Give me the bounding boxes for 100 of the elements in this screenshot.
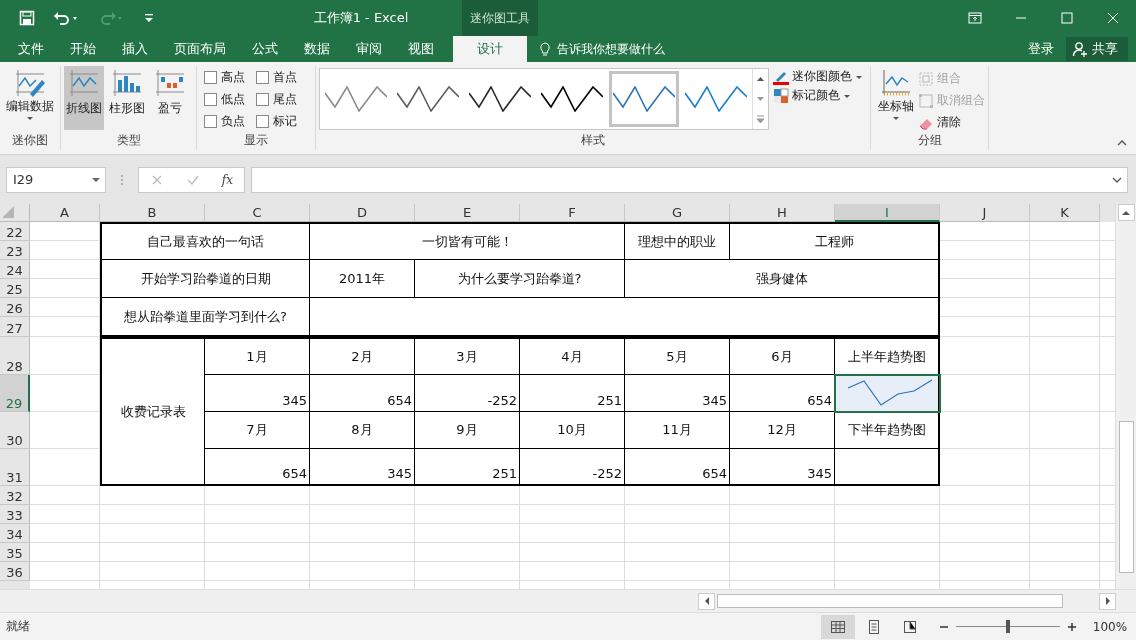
view-button[interactable] — [821, 614, 855, 639]
zoom-slider-thumb[interactable] — [1006, 620, 1010, 633]
ribbon-tab[interactable]: 视图 — [395, 36, 447, 62]
down-icon — [756, 95, 765, 103]
ribbon-tab[interactable]: 页面布局 — [161, 36, 239, 62]
sign-in-link[interactable]: 登录 — [1020, 36, 1062, 62]
row-header[interactable]: 27 — [0, 317, 30, 337]
tell-me-field[interactable]: 告诉我你想要做什么 — [557, 40, 665, 58]
page-layout-icon — [866, 618, 882, 635]
color-dropdown-button[interactable]: 标记颜色 — [773, 87, 863, 104]
table-cell: 345 — [310, 449, 415, 486]
scroll-left-button[interactable] — [698, 592, 715, 610]
checkbox[interactable] — [204, 71, 217, 84]
axis-button[interactable]: 坐标轴 — [874, 66, 918, 130]
maximize-icon — [1059, 10, 1075, 26]
table-cell[interactable] — [835, 449, 940, 486]
scroll-right-button[interactable] — [1099, 592, 1116, 610]
table-cell: 5月 — [625, 337, 730, 375]
ribbon-tab[interactable]: 审阅 — [343, 36, 395, 62]
ribbon-tab[interactable]: 开始 — [57, 36, 109, 62]
table-cell: 为什么要学习跆拳道? — [415, 260, 625, 298]
row-header[interactable]: 25 — [0, 279, 30, 298]
vertical-scrollbar[interactable] — [1115, 204, 1136, 589]
checkbox[interactable] — [256, 115, 269, 128]
row-header[interactable]: 23 — [0, 241, 30, 260]
insert-function-button[interactable]: fx — [221, 172, 233, 187]
column-header[interactable]: J — [940, 204, 1030, 222]
table-cell: 251 — [415, 449, 520, 486]
column-header[interactable]: H — [730, 204, 835, 222]
sparkline-type-button[interactable]: 折线图 — [64, 66, 104, 130]
column-header[interactable]: D — [310, 204, 415, 222]
up-icon — [756, 75, 765, 83]
add-person-icon — [1072, 40, 1089, 58]
horizontal-scrollbar[interactable] — [698, 593, 1116, 609]
column-header[interactable]: K — [1030, 204, 1100, 222]
table-cell: 9月 — [415, 412, 520, 449]
table-cell: 2011年 — [310, 260, 415, 298]
group-label: 分组 — [916, 132, 943, 149]
table-cell: 345 — [205, 375, 310, 412]
formula-input[interactable] — [251, 166, 1128, 193]
row-header[interactable]: 24 — [0, 260, 30, 279]
column-header[interactable]: A — [30, 204, 100, 222]
minimize-icon — [1016, 17, 1026, 19]
edit-data-button[interactable]: 编辑数据 — [3, 66, 57, 130]
table-cell: 上半年趋势图 — [835, 337, 940, 375]
table-cell: 4月 — [520, 337, 625, 375]
row-header[interactable]: 29 — [0, 375, 30, 412]
row-header[interactable]: 28 — [0, 337, 30, 375]
table-cell: 工程师 — [730, 222, 940, 260]
scroll-up-button[interactable] — [1117, 204, 1135, 221]
row-header[interactable]: 35 — [0, 543, 30, 562]
row-header[interactable]: 26 — [0, 298, 30, 317]
checkbox-label: 负点 — [221, 113, 245, 130]
color-dropdown-button[interactable]: 迷你图颜色 — [773, 68, 863, 85]
win-loss-icon — [154, 68, 186, 98]
zoom-level-text[interactable]: 100% — [1084, 619, 1136, 634]
ribbon-tab[interactable]: 文件 — [0, 36, 57, 62]
row-header[interactable]: 30 — [0, 412, 30, 449]
ribbon-tab[interactable]: 公式 — [239, 36, 291, 62]
name-box[interactable]: I29 — [6, 166, 106, 193]
caret-icon — [25, 115, 35, 121]
checkbox[interactable] — [204, 115, 217, 128]
row-header[interactable]: 32 — [0, 486, 30, 505]
column-header[interactable]: C — [205, 204, 310, 222]
column-header[interactable]: I — [835, 204, 940, 222]
row-header[interactable]: 34 — [0, 524, 30, 543]
more-icon — [756, 114, 765, 124]
column-header[interactable]: G — [625, 204, 730, 222]
column-header[interactable]: F — [520, 204, 625, 222]
ribbon-tab[interactable]: 数据 — [291, 36, 343, 62]
ribbon-tab[interactable]: 插入 — [109, 36, 161, 62]
sparkline-type-button[interactable]: 盈亏 — [150, 66, 190, 130]
checkbox[interactable] — [204, 93, 217, 106]
row-header[interactable]: 36 — [0, 562, 30, 581]
table-cell: 自己最喜欢的一句话 — [100, 222, 310, 260]
row-header[interactable]: 22 — [0, 222, 30, 241]
undo-icon — [53, 10, 79, 26]
collapse-ribbon-icon — [1116, 138, 1128, 147]
group-label: 迷你图 — [11, 132, 49, 149]
table-cell: 强身健体 — [625, 260, 940, 298]
group-icon — [918, 70, 934, 87]
grip-icon — [120, 173, 124, 186]
table-cell: 开始学习跆拳道的日期 — [100, 260, 310, 298]
row-header[interactable]: 33 — [0, 505, 30, 524]
contextual-tab-label: 迷你图工具 — [462, 0, 538, 36]
table-cell: 12月 — [730, 412, 835, 449]
table-cell: 345 — [730, 449, 835, 486]
table-cell[interactable] — [835, 375, 940, 412]
ribbon-tab[interactable]: 设计 — [453, 36, 527, 62]
row-header[interactable]: 31 — [0, 449, 30, 486]
caret-icon — [891, 115, 901, 121]
checkbox[interactable] — [256, 71, 269, 84]
column-header[interactable]: E — [415, 204, 520, 222]
table-cell: 理想中的职业 — [625, 222, 730, 260]
checkbox[interactable] — [256, 93, 269, 106]
grouping-button[interactable]: 清除 — [918, 114, 985, 131]
share-button[interactable]: 共享 — [1066, 37, 1128, 61]
sparkline-type-button[interactable]: 柱形图 — [107, 66, 147, 130]
column-header[interactable]: B — [100, 204, 205, 222]
checkbox-label: 低点 — [221, 91, 245, 108]
